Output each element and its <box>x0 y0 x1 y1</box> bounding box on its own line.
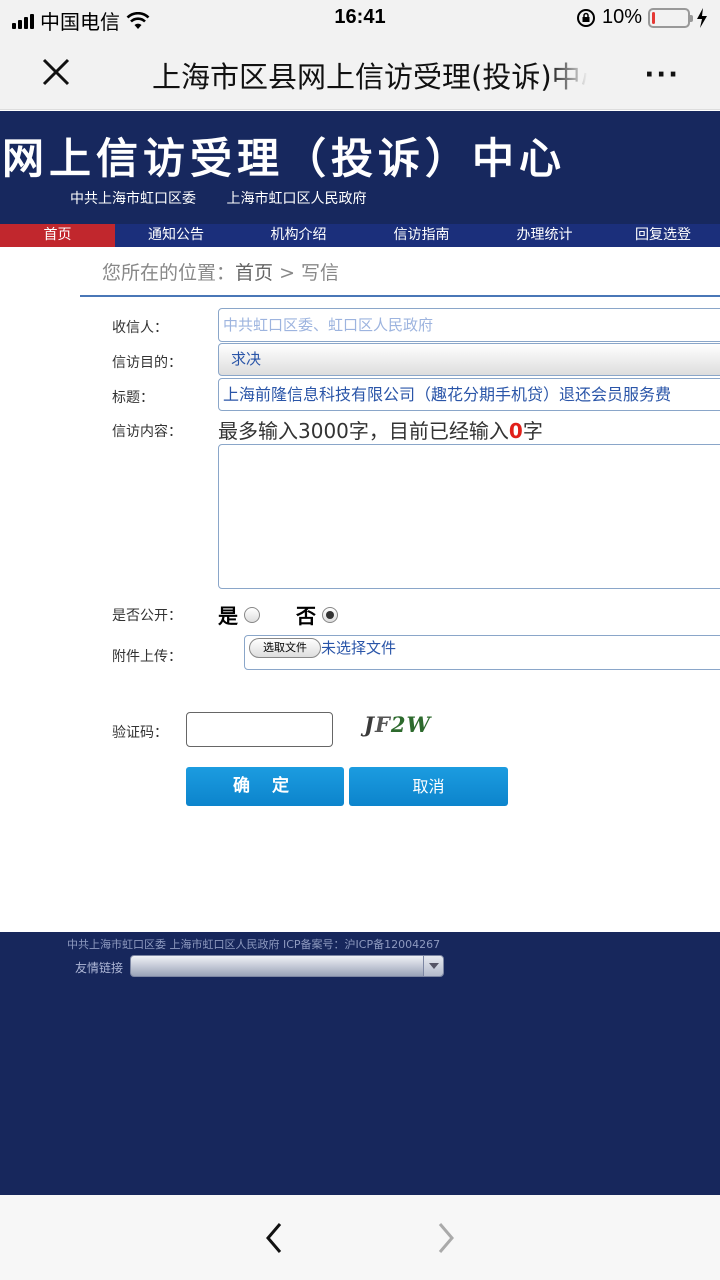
content-hint: 最多输入3000字，目前已经输入0字 <box>218 415 543 444</box>
public-no-radio[interactable] <box>322 606 338 623</box>
confirm-button[interactable]: 确 定 <box>186 767 344 806</box>
public-label: 是否公开： <box>112 608 182 624</box>
recipient-label: 收信人： <box>112 320 168 336</box>
main-menu: 首页 通知公告 机构介绍 信访指南 办理统计 回复选登 <box>0 224 720 247</box>
content-textarea[interactable] <box>218 444 720 589</box>
file-status: 未选择文件 <box>321 639 397 657</box>
browser-bottom-bar <box>0 1195 720 1280</box>
public-no-option[interactable]: 否 <box>296 600 338 629</box>
public-yes-radio[interactable] <box>244 606 260 623</box>
public-yes-option[interactable]: 是 <box>218 600 260 629</box>
site-subtitle: 中共上海市虹口区委 上海市虹口区人民政府 <box>70 188 392 208</box>
public-no-label: 否 <box>296 604 316 628</box>
menu-item-home[interactable]: 首页 <box>0 224 115 247</box>
status-right: 10% <box>576 6 708 29</box>
choose-file-button[interactable]: 选取文件 <box>249 638 321 658</box>
recipient-field[interactable]: 中共虹口区委、虹口区人民政府 <box>218 308 720 342</box>
subject-label: 标题： <box>112 390 154 406</box>
status-bar: 中国电信 16:41 10% <box>0 0 720 36</box>
content-label: 信访内容： <box>112 424 182 440</box>
page-root: 中国电信 16:41 10% 上海市区县网上信访受理(投诉)中心 ··· 网上信… <box>0 0 720 1280</box>
page-title: 上海市区县网上信访受理(投诉)中心 <box>152 54 588 94</box>
captcha-text: JF2W <box>364 712 431 737</box>
back-icon[interactable] <box>262 1220 286 1256</box>
captcha-char: 2 <box>390 712 407 737</box>
charging-icon <box>697 7 707 28</box>
captcha-label: 验证码： <box>112 725 168 741</box>
captcha-image[interactable]: JF2W <box>364 712 431 737</box>
menu-item-replies[interactable]: 回复选登 <box>606 224 720 247</box>
links-label: 友情链接 <box>75 961 124 975</box>
content-count: 0 <box>508 419 523 443</box>
purpose-label: 信访目的： <box>112 355 182 371</box>
battery-percent: 10% <box>601 6 642 28</box>
battery-icon <box>648 7 693 28</box>
breadcrumb: 您所在的位置：首页 > 写信 <box>102 258 339 285</box>
browser-navbar: 上海市区县网上信访受理(投诉)中心 ··· <box>0 36 720 110</box>
purpose-select[interactable]: 求决 <box>218 343 720 376</box>
content-hint-prefix: 最多输入3000字，目前已经输入 <box>218 419 509 443</box>
file-upload-field[interactable]: 选取文件 未选择文件 <box>244 635 720 670</box>
forward-icon[interactable] <box>434 1220 458 1256</box>
attach-label: 附件上传： <box>112 649 182 665</box>
subtitle-government: 上海市虹口区人民政府 <box>226 191 367 207</box>
menu-item-notices[interactable]: 通知公告 <box>115 224 237 247</box>
links-select[interactable] <box>130 955 444 977</box>
close-icon[interactable] <box>40 56 72 88</box>
menu-item-guide[interactable]: 信访指南 <box>360 224 483 247</box>
site-header: 网上信访受理（投诉）中心 中共上海市虹口区委 上海市虹口区人民政府 <box>0 111 720 224</box>
menu-item-stats[interactable]: 办理统计 <box>483 224 606 247</box>
captcha-char: J <box>364 712 375 737</box>
captcha-char: F <box>374 712 391 737</box>
chevron-down-icon[interactable] <box>423 956 443 976</box>
site-title: 网上信访受理（投诉）中心 <box>2 134 567 183</box>
breadcrumb-current: 写信 <box>301 262 340 284</box>
breadcrumb-divider <box>80 295 720 297</box>
public-yes-label: 是 <box>218 604 238 628</box>
orientation-lock-icon <box>576 8 595 27</box>
menu-item-about[interactable]: 机构介绍 <box>237 224 360 247</box>
subject-input[interactable]: 上海前隆信息科技有限公司（趣花分期手机贷）退还会员服务费 <box>218 378 720 411</box>
captcha-input[interactable] <box>186 712 333 747</box>
content-hint-suffix: 字 <box>522 419 543 443</box>
footer-copyright: 中共上海市虹口区委 上海市虹口区人民政府 ICP备案号：沪ICP备1200426… <box>67 938 441 951</box>
captcha-char: W <box>406 712 432 737</box>
breadcrumb-home[interactable]: 首页 <box>235 262 273 284</box>
more-menu-icon[interactable]: ··· <box>644 60 680 90</box>
breadcrumb-separator: > <box>273 262 302 284</box>
breadcrumb-prefix: 您所在的位置： <box>102 262 236 284</box>
site-footer: 中共上海市虹口区委 上海市虹口区人民政府 ICP备案号：沪ICP备1200426… <box>0 932 720 1195</box>
subtitle-party: 中共上海市虹口区委 <box>70 191 196 207</box>
cancel-button[interactable]: 取消 <box>349 767 508 806</box>
